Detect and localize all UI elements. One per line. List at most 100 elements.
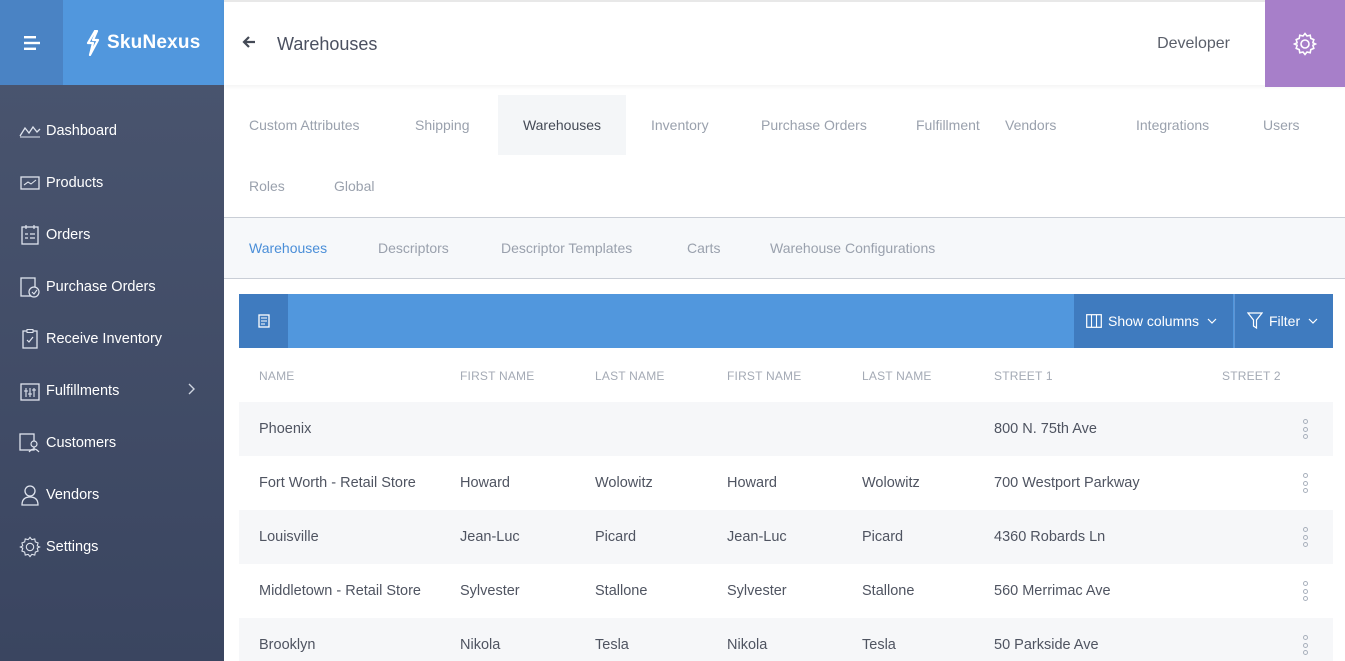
tab-roles[interactable]: Roles — [249, 156, 285, 216]
tab-global[interactable]: Global — [334, 156, 374, 216]
cell-first-name: Nikola — [727, 637, 768, 653]
settings-tabs: Custom Attributes Shipping Warehouses In… — [224, 85, 1345, 218]
column-header-last-name[interactable]: LAST NAME — [595, 369, 665, 383]
tab-purchase-orders[interactable]: Purchase Orders — [761, 95, 867, 155]
cell-street-1: 4360 Robards Ln — [994, 529, 1106, 545]
purchase-orders-icon — [19, 276, 41, 298]
sidebar-item-label: Customers — [46, 435, 117, 451]
cell-name: Phoenix — [259, 421, 312, 437]
cell-first-name: Jean-Luc — [727, 529, 787, 545]
tab-custom-attributes[interactable]: Custom Attributes — [249, 95, 360, 155]
sidebar-item-customers[interactable]: Customers — [0, 417, 224, 469]
warehouse-subtabs: Warehouses Descriptors Descriptor Templa… — [224, 218, 1345, 279]
column-header-street-1[interactable]: STREET 1 — [994, 369, 1053, 383]
table-row[interactable]: Fort Worth - Retail Store Howard Wolowit… — [239, 456, 1333, 510]
sidebar-item-label: Orders — [46, 227, 91, 243]
sidebar-item-vendors[interactable]: Vendors — [0, 469, 224, 521]
brand-row: SkuNexus — [0, 0, 224, 85]
row-actions-kebab-icon[interactable] — [1302, 581, 1308, 601]
export-button[interactable] — [239, 294, 288, 348]
tab-warehouses[interactable]: Warehouses — [498, 95, 626, 155]
gear-icon — [19, 536, 41, 558]
products-icon — [19, 172, 41, 194]
back-button[interactable] — [242, 35, 256, 54]
sidebar-item-label: Products — [46, 175, 104, 191]
sidebar: SkuNexus Dashboard Products Orders Purch… — [0, 0, 224, 661]
cell-last-name: Stallone — [862, 583, 915, 599]
tab-shipping[interactable]: Shipping — [415, 95, 470, 155]
cell-last-name: Picard — [595, 529, 637, 545]
brand-logo[interactable]: SkuNexus — [63, 0, 224, 85]
row-actions-kebab-icon[interactable] — [1302, 527, 1308, 547]
sidebar-item-label: Vendors — [46, 487, 100, 503]
table-row[interactable]: Middletown - Retail Store Sylvester Stal… — [239, 564, 1333, 618]
cell-first-name: Howard — [727, 475, 777, 491]
sidebar-item-orders[interactable]: Orders — [0, 209, 224, 261]
filter-button[interactable]: Filter — [1234, 294, 1333, 348]
sidebar-item-settings[interactable]: Settings — [0, 521, 224, 573]
brand-name: SkuNexus — [107, 31, 201, 53]
column-header-street-2[interactable]: STREET 2 — [1222, 369, 1281, 383]
tab-inventory[interactable]: Inventory — [651, 95, 709, 155]
tab-users[interactable]: Users — [1263, 95, 1300, 155]
table-toolbar: Show columns Filter — [239, 294, 1333, 348]
table-row[interactable]: Brooklyn Nikola Tesla Nikola Tesla 50 Pa… — [239, 618, 1333, 661]
cell-name: Fort Worth - Retail Store — [259, 475, 416, 491]
column-header-name[interactable]: NAME — [259, 369, 294, 383]
filter-label: Filter — [1269, 313, 1301, 329]
cell-street-1: 700 Westport Parkway — [994, 475, 1140, 491]
sidebar-item-dashboard[interactable]: Dashboard — [0, 105, 224, 157]
cell-last-name: Tesla — [595, 637, 629, 653]
table-row[interactable]: Phoenix 800 N. 75th Ave — [239, 402, 1333, 456]
sidebar-item-purchase-orders[interactable]: Purchase Orders — [0, 261, 224, 313]
subtab-warehouses[interactable]: Warehouses — [249, 240, 327, 256]
gear-icon — [1293, 31, 1317, 56]
cell-first-name: Howard — [460, 475, 510, 491]
subtab-descriptor-templates[interactable]: Descriptor Templates — [501, 240, 632, 256]
cell-last-name: Stallone — [595, 583, 648, 599]
cell-first-name: Sylvester — [460, 583, 520, 599]
sidebar-item-label: Receive Inventory — [46, 331, 163, 347]
cell-first-name: Jean-Luc — [460, 529, 520, 545]
hamburger-icon — [23, 35, 40, 50]
chevron-down-icon — [1308, 318, 1318, 324]
column-header-last-name[interactable]: LAST NAME — [862, 369, 932, 383]
tab-vendors[interactable]: Vendors — [1005, 95, 1056, 155]
page-title: Warehouses — [277, 34, 378, 54]
row-actions-kebab-icon[interactable] — [1302, 473, 1308, 493]
sidebar-nav: Dashboard Products Orders Purchase Order… — [0, 85, 224, 573]
cell-last-name: Picard — [862, 529, 904, 545]
bolt-icon — [86, 29, 100, 56]
clipboard-icon — [19, 328, 41, 350]
role-label[interactable]: Developer — [1157, 35, 1230, 53]
customers-icon — [19, 432, 41, 454]
cell-name: Middletown - Retail Store — [259, 583, 421, 599]
filter-icon — [1247, 312, 1263, 330]
subtab-carts[interactable]: Carts — [687, 240, 720, 256]
sidebar-item-label: Purchase Orders — [46, 279, 156, 295]
sidebar-item-products[interactable]: Products — [0, 157, 224, 209]
menu-toggle-button[interactable] — [0, 0, 63, 85]
dashboard-icon — [19, 120, 41, 142]
sidebar-item-fulfillments[interactable]: Fulfillments — [0, 365, 224, 417]
cell-last-name: Tesla — [862, 637, 896, 653]
table-row[interactable]: Louisville Jean-Luc Picard Jean-Luc Pica… — [239, 510, 1333, 564]
subtab-warehouse-configurations[interactable]: Warehouse Configurations — [770, 240, 935, 256]
settings-button[interactable] — [1265, 0, 1345, 87]
cell-first-name: Sylvester — [727, 583, 787, 599]
tab-fulfillment[interactable]: Fulfillment — [916, 95, 980, 155]
cell-last-name: Wolowitz — [862, 475, 920, 491]
tab-integrations[interactable]: Integrations — [1136, 95, 1209, 155]
orders-icon — [19, 224, 41, 246]
chevron-right-icon — [188, 383, 195, 395]
subtab-descriptors[interactable]: Descriptors — [378, 240, 449, 256]
cell-street-1: 560 Merrimac Ave — [994, 583, 1111, 599]
row-actions-kebab-icon[interactable] — [1302, 419, 1308, 439]
sidebar-item-receive-inventory[interactable]: Receive Inventory — [0, 313, 224, 365]
row-actions-kebab-icon[interactable] — [1302, 635, 1308, 655]
fulfillments-icon — [19, 380, 41, 402]
show-columns-button[interactable]: Show columns — [1074, 294, 1233, 348]
column-header-first-name[interactable]: FIRST NAME — [727, 369, 801, 383]
column-header-first-name[interactable]: FIRST NAME — [460, 369, 534, 383]
cell-street-1: 50 Parkside Ave — [994, 637, 1099, 653]
